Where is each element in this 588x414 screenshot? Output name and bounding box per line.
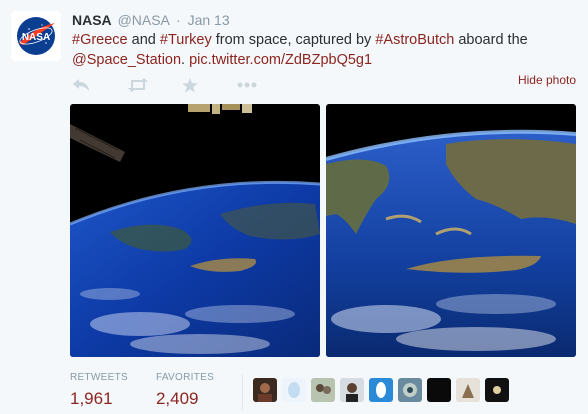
mention-space-station[interactable]: @Space_Station	[72, 52, 181, 68]
timestamp[interactable]: Jan 13	[188, 12, 230, 28]
hashtag-astrobutch[interactable]: #AstroButch	[375, 32, 454, 48]
tweet-stats: RETWEETS 1,961 FAVORITES 2,409	[70, 372, 514, 410]
tweet-actions	[72, 74, 292, 96]
favoriter-avatar[interactable]	[456, 378, 481, 402]
fullname[interactable]: NASA	[72, 12, 112, 28]
favorites-stat[interactable]: FAVORITES 2,409	[156, 372, 214, 410]
retweets-stat[interactable]: RETWEETS 1,961	[70, 372, 128, 410]
photo-greece-turkey-closeup[interactable]	[326, 104, 576, 357]
favoriter-avatar[interactable]	[427, 378, 452, 402]
tweet-header: NASA @NASA · Jan 13	[72, 11, 230, 29]
more-icon	[237, 82, 257, 88]
retweets-label: RETWEETS	[70, 372, 128, 383]
retweet-button[interactable]	[127, 74, 182, 96]
favoriters-avatars	[253, 378, 514, 402]
username[interactable]: @NASA	[118, 12, 170, 28]
favorites-count: 2,409	[155, 389, 199, 408]
tweet-text: #Greece and #Turkey from space, captured…	[72, 30, 572, 70]
favoriter-avatar[interactable]	[340, 378, 365, 402]
stats-divider	[242, 374, 244, 410]
favorite-button[interactable]	[182, 74, 237, 96]
text-aboard: aboard the	[454, 32, 528, 48]
separator-dot: ·	[176, 12, 181, 28]
more-button[interactable]	[237, 74, 292, 96]
favoriter-avatar[interactable]	[485, 378, 510, 402]
photo-greece-turkey-with-station[interactable]	[70, 104, 320, 357]
text-space: .	[181, 52, 190, 68]
reply-icon	[73, 79, 89, 91]
favoriter-avatar[interactable]	[282, 378, 307, 402]
favoriter-avatar[interactable]	[253, 378, 278, 402]
favoriter-avatar[interactable]	[311, 378, 336, 402]
favoriter-avatar[interactable]	[398, 378, 423, 402]
text-and: and	[127, 32, 160, 48]
text-middle: from space, captured by	[211, 32, 376, 48]
hashtag-greece[interactable]: #Greece	[72, 32, 128, 48]
hashtag-turkey[interactable]: #Turkey	[160, 32, 212, 48]
favorites-label: FAVORITES	[155, 372, 215, 383]
svg-text:NASA: NASA	[22, 32, 50, 43]
retweets-count: 1,961	[70, 389, 113, 408]
nasa-avatar[interactable]: NASA	[11, 11, 61, 61]
reply-button[interactable]	[72, 74, 127, 96]
retweet-icon	[128, 78, 148, 92]
pic-link[interactable]: pic.twitter.com/ZdBZpbQ5g1	[189, 52, 372, 68]
favoriter-avatar[interactable]	[369, 378, 394, 402]
star-icon	[182, 77, 198, 92]
tweet-media	[70, 104, 576, 357]
tweet-card: NASA NASA @NASA · Jan 13 #Greece and #Tu…	[0, 0, 588, 414]
hide-photo-link[interactable]: Hide photo	[518, 72, 576, 88]
